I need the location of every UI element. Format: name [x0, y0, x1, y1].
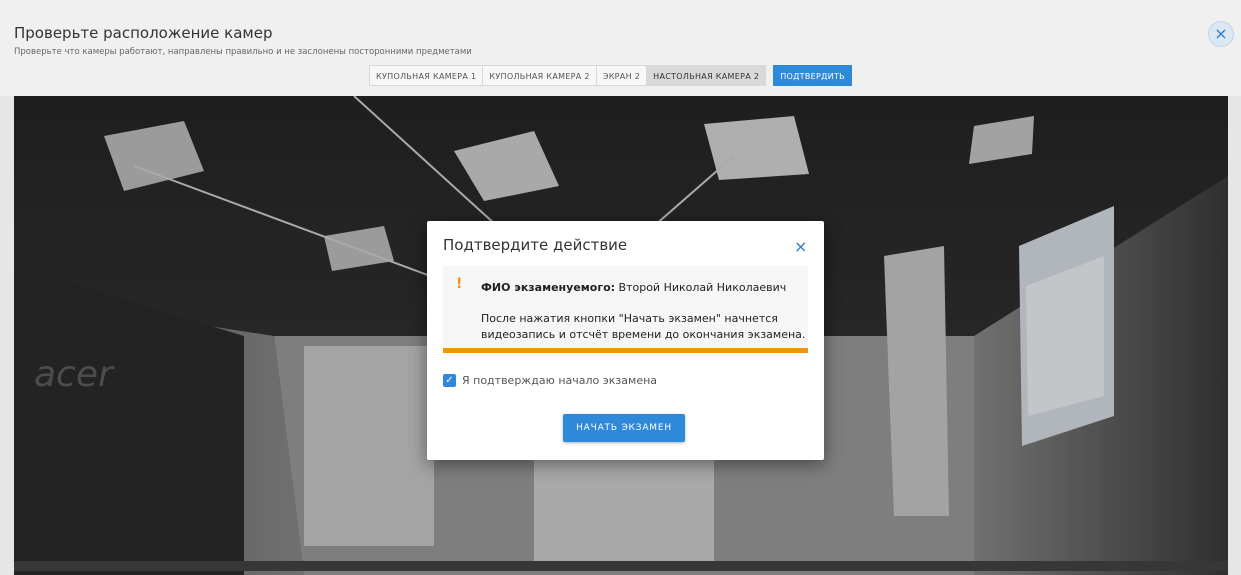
confirm-checkbox-row[interactable]: ✓ Я подтверждаю начало экзамена: [443, 373, 657, 387]
exclamation-icon: !: [456, 276, 463, 292]
examinee-name-value: Второй Николай Николаевич: [618, 281, 787, 294]
warning-alert: ! ФИО экзаменуемого: Второй Николай Нико…: [443, 266, 808, 353]
tab-screen-2[interactable]: ЭКРАН 2: [595, 65, 648, 86]
confirm-button[interactable]: ПОДТВЕРДИТЬ: [773, 65, 852, 86]
close-icon: ×: [1214, 24, 1228, 43]
tab-dome-camera-2[interactable]: КУПОЛЬНАЯ КАМЕРА 2: [482, 65, 597, 86]
camera-tabs: КУПОЛЬНАЯ КАМЕРА 1 КУПОЛЬНАЯ КАМЕРА 2 ЭК…: [369, 65, 852, 86]
close-icon: ×: [794, 237, 808, 256]
examinee-name-label: ФИО экзаменуемого:: [481, 281, 616, 294]
page-subtitle: Проверьте что камеры работают, направлен…: [14, 47, 472, 57]
tab-dome-camera-1[interactable]: КУПОЛЬНАЯ КАМЕРА 1: [369, 65, 484, 86]
close-panel-button[interactable]: ×: [1208, 21, 1234, 47]
page-title: Проверьте расположение камер: [14, 24, 273, 42]
panel-header: Проверьте расположение камер Проверьте ч…: [0, 0, 1241, 96]
dialog-title: Подтвердите действие: [443, 236, 628, 254]
tab-desk-camera-2[interactable]: НАСТОЛЬНАЯ КАМЕРА 2: [646, 65, 767, 86]
confirm-checkbox-label[interactable]: Я подтверждаю начало экзамена: [462, 374, 657, 387]
confirm-dialog: Подтвердите действие × ! ФИО экзаменуемо…: [427, 221, 824, 460]
start-exam-button[interactable]: НАЧАТЬ ЭКЗАМЕН: [563, 414, 685, 442]
confirm-checkbox[interactable]: ✓: [443, 373, 456, 387]
examinee-name: ФИО экзаменуемого: Второй Николай Никола…: [481, 281, 786, 294]
camera-check-page: Проверьте расположение камер Проверьте ч…: [0, 0, 1241, 575]
alert-message: После нажатия кнопки "Начать экзамен" на…: [481, 312, 806, 341]
dialog-close-button[interactable]: ×: [794, 237, 807, 256]
